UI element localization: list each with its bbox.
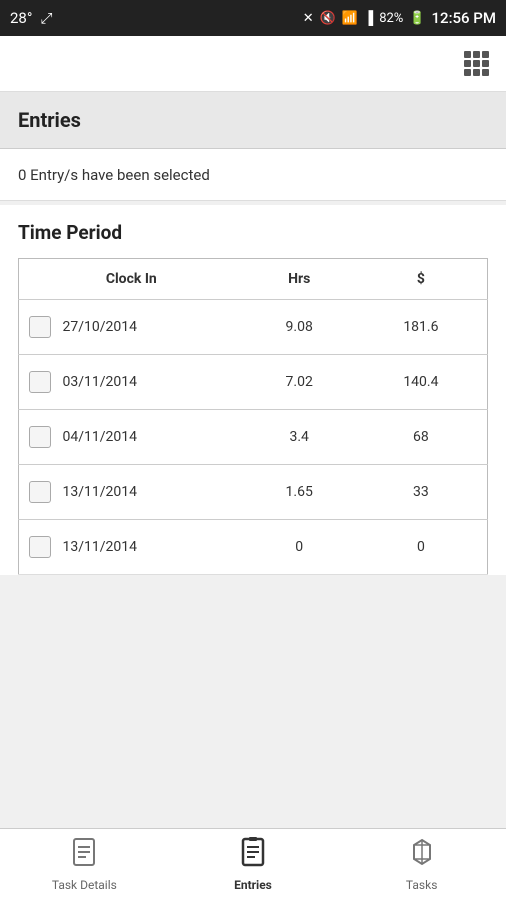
row-hrs: 0 — [244, 520, 355, 575]
row-checkbox[interactable] — [29, 481, 51, 503]
row-date: 04/11/2014 — [59, 429, 137, 445]
content-area: Entries 0 Entry/s have been selected Tim… — [0, 92, 506, 828]
signal-icon: ▐ — [364, 10, 373, 26]
row-checkbox[interactable] — [29, 316, 51, 338]
table-row[interactable]: 03/11/2014 7.02140.4 — [19, 355, 488, 410]
row-date-cell: 13/11/2014 — [19, 465, 244, 520]
bottom-nav: Task Details Entries Tasks — [0, 828, 506, 900]
status-left: 28° ⤢ — [10, 9, 52, 27]
time-period-section: Time Period Clock In Hrs $ 27/10/2014 9.0… — [0, 205, 506, 575]
tasks-icon — [408, 837, 436, 874]
row-date: 13/11/2014 — [59, 539, 137, 555]
app-bar — [0, 36, 506, 92]
row-checkbox[interactable] — [29, 371, 51, 393]
row-date: 13/11/2014 — [59, 484, 137, 500]
row-amount: 33 — [355, 465, 488, 520]
grid-dots-icon — [464, 51, 489, 76]
share-icon: ⤢ — [40, 9, 52, 27]
nav-label-task-details: Task Details — [52, 878, 117, 892]
table-row[interactable]: 04/11/2014 3.468 — [19, 410, 488, 465]
nav-label-tasks: Tasks — [406, 878, 438, 892]
status-bar: 28° ⤢ ✕ 🔇 📶 ▐ 82% 🔋 12:56 PM — [0, 0, 506, 36]
battery-icon: 🔋 — [409, 11, 425, 26]
row-date-cell: 13/11/2014 — [19, 520, 244, 575]
col-header-hrs: Hrs — [244, 259, 355, 300]
row-amount: 0 — [355, 520, 488, 575]
volume-icon: 🔇 — [320, 11, 336, 26]
clock: 12:56 PM — [432, 9, 496, 27]
nav-item-entries[interactable]: Entries — [213, 837, 293, 892]
selection-banner: 0 Entry/s have been selected — [0, 149, 506, 201]
col-header-dollar: $ — [355, 259, 488, 300]
nav-item-task-details[interactable]: Task Details — [44, 837, 124, 892]
row-amount: 68 — [355, 410, 488, 465]
table-row[interactable]: 13/11/2014 00 — [19, 520, 488, 575]
temperature: 28° — [10, 9, 32, 27]
row-date-cell: 04/11/2014 — [19, 410, 244, 465]
status-right: ✕ 🔇 📶 ▐ 82% 🔋 12:56 PM — [303, 9, 496, 27]
selection-text: 0 Entry/s have been selected — [18, 166, 210, 184]
row-hrs: 1.65 — [244, 465, 355, 520]
entries-header: Entries — [0, 92, 506, 149]
row-checkbox[interactable] — [29, 536, 51, 558]
row-hrs: 3.4 — [244, 410, 355, 465]
nav-label-entries: Entries — [234, 878, 272, 892]
row-hrs: 7.02 — [244, 355, 355, 410]
battery-percent: 82% — [379, 11, 403, 26]
entries-table: Clock In Hrs $ 27/10/2014 9.08181.6 03/11… — [18, 258, 488, 575]
table-row[interactable]: 13/11/2014 1.6533 — [19, 465, 488, 520]
row-date: 27/10/2014 — [59, 319, 137, 335]
row-date-cell: 27/10/2014 — [19, 300, 244, 355]
entries-title: Entries — [18, 108, 81, 132]
nav-item-tasks[interactable]: Tasks — [382, 837, 462, 892]
task-details-icon — [70, 837, 98, 874]
row-date: 03/11/2014 — [59, 374, 137, 390]
table-header-row: Clock In Hrs $ — [19, 259, 488, 300]
time-period-title: Time Period — [18, 221, 488, 244]
row-checkbox[interactable] — [29, 426, 51, 448]
row-amount: 140.4 — [355, 355, 488, 410]
wifi-icon: 📶 — [342, 11, 358, 26]
grid-menu-button[interactable] — [458, 46, 494, 82]
row-date-cell: 03/11/2014 — [19, 355, 244, 410]
bluetooth-icon: ✕ — [303, 11, 314, 26]
col-header-clockin: Clock In — [19, 259, 244, 300]
table-row[interactable]: 27/10/2014 9.08181.6 — [19, 300, 488, 355]
row-hrs: 9.08 — [244, 300, 355, 355]
row-amount: 181.6 — [355, 300, 488, 355]
entries-icon — [239, 837, 267, 874]
